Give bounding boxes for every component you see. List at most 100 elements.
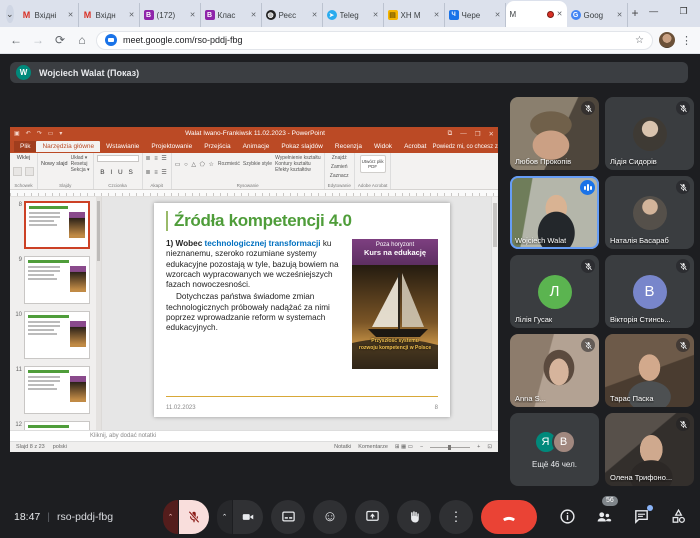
slide-thumbnail[interactable]: 12 xyxy=(12,421,99,430)
browser-profile-avatar[interactable] xyxy=(659,32,675,48)
ppt-menu-tab[interactable]: Wstawianie xyxy=(100,141,145,152)
participant-tile[interactable]: ВВікторія Стинсь... xyxy=(605,255,694,328)
select-button[interactable]: Zaznacz xyxy=(330,173,349,179)
tab-close-icon[interactable]: ✕ xyxy=(434,11,440,19)
list-buttons[interactable]: ≣ ≡ ☰ xyxy=(146,155,168,162)
ppt-menu-tab[interactable]: Pokaz slajdów xyxy=(275,141,329,152)
home-button[interactable]: ⌂ xyxy=(74,33,90,47)
zoom-in-button[interactable]: + xyxy=(477,444,480,450)
slide-thumbnail[interactable]: 11 xyxy=(12,366,99,414)
browser-tab[interactable]: ➤Teleg✕ xyxy=(323,3,384,27)
address-bar[interactable]: meet.google.com/rso-pddj-fbg ☆ xyxy=(96,31,653,50)
arrange-button[interactable]: Rozmieść xyxy=(218,161,240,167)
tab-close-icon[interactable]: ✕ xyxy=(495,11,501,19)
zoom-slider[interactable] xyxy=(430,447,470,448)
captions-button[interactable] xyxy=(271,500,305,534)
participant-tile[interactable]: Wojciech Walat xyxy=(510,176,599,249)
raise-hand-button[interactable] xyxy=(397,500,431,534)
font-name-box[interactable] xyxy=(97,155,139,162)
new-tab-button[interactable]: + xyxy=(632,3,639,23)
ppt-menu-tab[interactable]: Widok xyxy=(368,141,398,152)
present-screen-button[interactable] xyxy=(355,500,389,534)
forward-button[interactable]: → xyxy=(30,33,46,47)
mic-options-chevron[interactable]: ⌃ xyxy=(163,500,178,534)
tab-close-icon[interactable]: ✕ xyxy=(251,11,257,19)
tab-search-icon[interactable]: ⌄ xyxy=(6,5,14,23)
browser-tab[interactable]: ЧЧере✕ xyxy=(445,3,506,27)
quick-styles-button[interactable]: Szybkie style xyxy=(243,161,272,167)
paste-button[interactable]: Wklej xyxy=(17,155,30,161)
ppt-close-button[interactable]: ✕ xyxy=(489,130,494,138)
more-participants-tile[interactable]: ЯВЕщё 46 чел. xyxy=(510,413,599,486)
section-button[interactable]: Sekcja ▾ xyxy=(71,167,90,173)
create-pdf-button[interactable]: Utwórz plik PDF xyxy=(360,155,386,173)
participant-tile[interactable]: Тарас Паска xyxy=(605,334,694,407)
thumbnail-scrollbar[interactable] xyxy=(96,197,101,430)
bookmark-star-icon[interactable]: ☆ xyxy=(635,35,644,46)
more-options-button[interactable]: ⋮ xyxy=(439,500,473,534)
participant-tile[interactable]: Лідія Сидорів xyxy=(605,97,694,170)
chat-button[interactable] xyxy=(631,507,651,527)
browser-menu-icon[interactable]: ⋮ xyxy=(681,34,692,47)
window-minimize-button[interactable]: — xyxy=(639,0,669,22)
ppt-menu-tab[interactable]: Acrobat xyxy=(398,141,432,152)
browser-tab[interactable]: GGoog✕ xyxy=(567,3,628,27)
tab-close-icon[interactable]: ✕ xyxy=(190,11,196,19)
ppt-menu-tab[interactable]: Plik xyxy=(14,141,36,152)
align-buttons[interactable]: ≣ ≡ ☰ xyxy=(146,169,168,176)
reload-button[interactable]: ⟳ xyxy=(52,33,68,47)
slide-thumbnail[interactable]: 8 xyxy=(12,201,99,249)
tab-close-icon[interactable]: ✕ xyxy=(617,11,623,19)
participant-tile[interactable]: ЛЛілія Гусак xyxy=(510,255,599,328)
slide-area-scrollbar[interactable] xyxy=(491,197,498,430)
redo-icon[interactable]: ↷ xyxy=(37,130,42,137)
window-maximize-button[interactable]: ❐ xyxy=(669,0,699,22)
participant-tile[interactable]: Anna S... xyxy=(510,334,599,407)
save-icon[interactable]: ▣ xyxy=(14,130,20,137)
browser-tab[interactable]: ◍Реєс✕ xyxy=(262,3,323,27)
replace-button[interactable]: Zamień xyxy=(331,164,348,170)
copy-icon[interactable] xyxy=(25,167,34,176)
ppt-minimize-button[interactable]: — xyxy=(460,130,467,138)
mic-muted-button[interactable] xyxy=(179,500,209,534)
back-button[interactable]: ← xyxy=(8,33,24,47)
browser-tab[interactable]: ▤ХН М✕ xyxy=(384,3,445,27)
browser-tab[interactable]: ▶M✕ xyxy=(506,1,567,27)
browser-tab[interactable]: MВхідні✕ xyxy=(18,3,79,27)
font-style-buttons[interactable]: B I U S xyxy=(100,169,135,176)
tab-close-icon[interactable]: ✕ xyxy=(557,10,563,18)
tab-close-icon[interactable]: ✕ xyxy=(373,11,379,19)
ppt-menu-tab[interactable]: Narzędzia główne xyxy=(36,141,100,152)
participant-tile[interactable]: Олена Трифоно... xyxy=(605,413,694,486)
undo-icon[interactable]: ↶ xyxy=(26,130,31,137)
ppt-restore-button[interactable]: ❐ xyxy=(475,130,481,138)
slide-thumbnail[interactable]: 9 xyxy=(12,256,99,304)
shapes-gallery[interactable]: ▭ ○ △ ⬠ ☆ xyxy=(175,161,215,168)
ppt-menu-tab[interactable]: Recenzja xyxy=(329,141,368,152)
activities-button[interactable] xyxy=(668,507,688,527)
tab-close-icon[interactable]: ✕ xyxy=(312,11,318,19)
browser-tab[interactable]: B(172)✕ xyxy=(140,3,201,27)
meeting-details-button[interactable] xyxy=(557,507,577,527)
browser-tab[interactable]: MВхідн✕ xyxy=(79,3,140,27)
slide-thumbnail[interactable]: 10 xyxy=(12,311,99,359)
camera-button[interactable] xyxy=(233,500,263,534)
status-view-buttons[interactable]: ⊞ ▦ ▭ xyxy=(395,444,413,450)
new-slide-button[interactable]: Nowy slajd xyxy=(41,161,68,167)
ppt-display-icon[interactable]: ⧉ xyxy=(448,130,453,138)
status-notes-button[interactable]: Notatki xyxy=(334,444,351,450)
cut-icon[interactable] xyxy=(13,167,22,176)
camera-options-chevron[interactable]: ⌃ xyxy=(217,500,232,534)
status-comments-button[interactable]: Komentarze xyxy=(358,444,388,450)
ppt-menu-tab[interactable]: Animacje xyxy=(237,141,276,152)
end-call-button[interactable] xyxy=(481,500,537,534)
participant-tile[interactable]: Наталія Басараб xyxy=(605,176,694,249)
find-button[interactable]: Znajdź xyxy=(332,155,347,161)
ppt-menu-tab[interactable]: Projektowanie xyxy=(145,141,198,152)
reactions-button[interactable]: ☺ xyxy=(313,500,347,534)
participant-tile[interactable]: Любов Прокопів xyxy=(510,97,599,170)
shape-effects-button[interactable]: Efekty kształtów xyxy=(275,167,321,173)
tell-me-field[interactable]: Powiedz mi, co chcesz zrobić... xyxy=(432,144,498,150)
status-language[interactable]: polski xyxy=(53,444,67,450)
browser-tab[interactable]: BКлас✕ xyxy=(201,3,262,27)
